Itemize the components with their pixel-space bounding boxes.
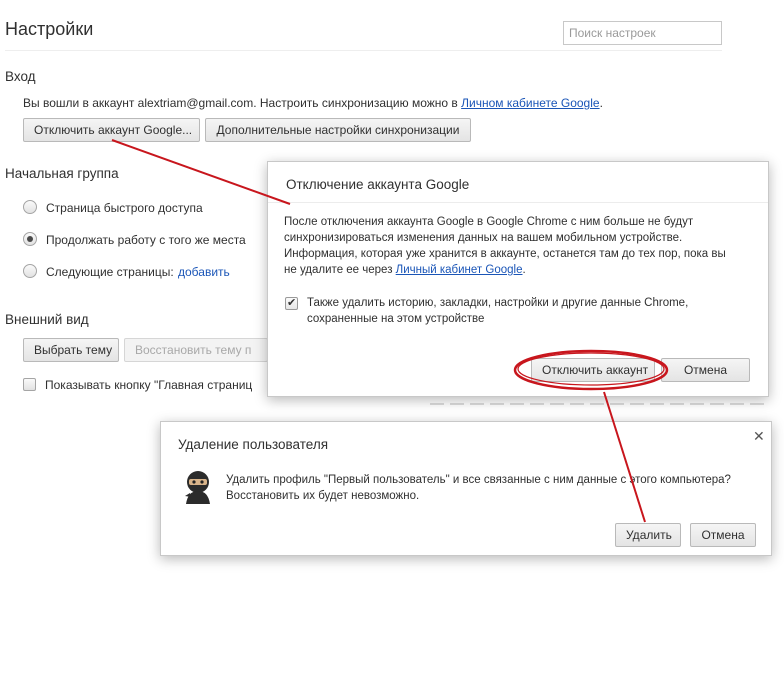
page-title: Настройки [5,19,94,39]
confirm-disconnect-button[interactable]: Отключить аккаунт [531,358,655,382]
dialog-message-line: синхронизироваться изменения данных на в… [284,232,683,244]
google-dashboard-dialog-link[interactable]: Личный кабинет Google [396,264,523,276]
restore-theme-button[interactable]: Восстановить тему п [124,338,268,362]
checkbox-label-line: Также удалить историю, закладки, настрой… [307,297,689,309]
dialog-title: Удаление пользователя [178,437,329,452]
dialog-message-line: После отключения аккаунта Google в Googl… [284,216,694,228]
close-icon[interactable]: ✕ [753,429,765,445]
dialog-message-line: Удалить профиль "Первый пользователь" и … [226,474,731,486]
choose-theme-button[interactable]: Выбрать тему [23,338,119,362]
disconnect-account-dialog: Отключение аккаунта Google После отключе… [267,161,769,397]
delete-user-dialog: Удаление пользователя ✕ Удалить профиль … [160,421,772,556]
add-pages-link[interactable]: добавить [178,265,230,279]
signin-text: Вы вошли в аккаунт alextriam@gmail.com. … [23,96,462,110]
title-divider [5,50,722,51]
dialog-message-line: Восстановить их будет невозможно. [226,490,420,502]
confirm-delete-user-button[interactable]: Удалить [615,523,681,547]
startup-option-label: Продолжать работу с того же места [46,233,246,247]
cancel-disconnect-button[interactable]: Отмена [661,358,750,382]
delete-local-data-label: Также удалить историю, закладки, настрой… [307,295,757,327]
startup-heading: Начальная группа [5,166,119,181]
signin-status-text: Вы вошли в аккаунт alextriam@gmail.com. … [23,96,603,110]
signin-text-end: . [599,96,603,110]
disconnect-google-account-button[interactable]: Отключить аккаунт Google... [23,118,200,142]
checkbox-label-line: сохраненные на этом устройстве [307,313,485,325]
startup-option-label: Следующие страницы: [46,265,174,279]
appearance-heading: Внешний вид [5,312,89,327]
dialog-title: Отключение аккаунта Google [286,177,470,192]
startup-radio-continue[interactable] [23,232,37,246]
delete-user-message: Удалить профиль "Первый пользователь" и … [226,472,766,504]
dialog-message-line: Информация, которая уже хранится в аккау… [284,248,726,260]
ninja-avatar-icon [185,471,210,504]
annotation-arrow-line [111,139,291,205]
startup-option-label: Страница быстрого доступа [46,201,203,215]
delete-local-data-checkbox[interactable] [285,296,298,310]
startup-radio-pages[interactable] [23,264,37,278]
dialog-message-text: не удалите ее через [284,264,396,276]
home-button-checkbox[interactable] [23,378,36,391]
dialog-title-divider [268,202,768,203]
dialog-message-end: . [522,264,526,276]
google-dashboard-link[interactable]: Личном кабинете Google [461,96,599,110]
signin-heading: Вход [5,69,36,84]
background-text-remnant [430,403,770,405]
dialog-message-line: не удалите ее через Личный кабинет Googl… [284,262,764,278]
advanced-sync-settings-button[interactable]: Дополнительные настройки синхронизации [205,118,471,142]
startup-radio-new-tab[interactable] [23,200,37,214]
search-input[interactable] [563,21,722,45]
dialog-message: После отключения аккаунта Google в Googl… [284,214,764,278]
cancel-delete-user-button[interactable]: Отмена [690,523,756,547]
home-button-label: Показывать кнопку "Главная страниц [45,378,253,392]
